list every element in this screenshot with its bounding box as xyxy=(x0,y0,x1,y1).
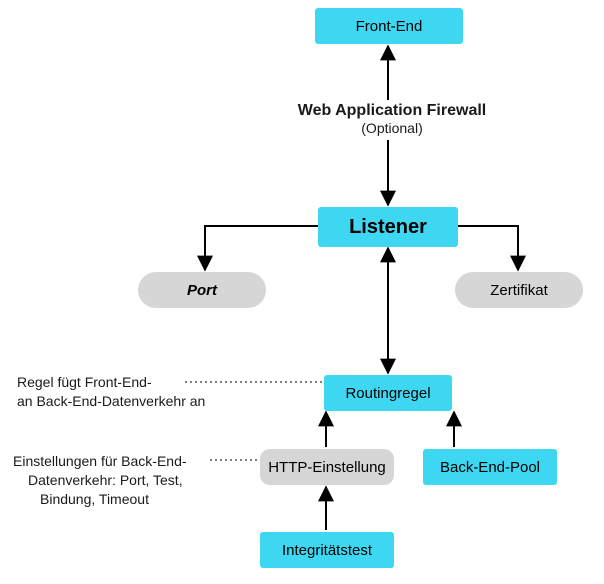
node-routing: Routingregel xyxy=(324,375,452,411)
node-routing-label: Routingregel xyxy=(345,385,430,402)
node-cert-label: Zertifikat xyxy=(490,282,548,299)
node-cert: Zertifikat xyxy=(455,272,583,308)
node-waf-title: Web Application Firewall xyxy=(297,101,487,121)
node-listener-label: Listener xyxy=(349,216,427,239)
annotation-settings-line1: Einstellungen für Back-End- xyxy=(13,453,187,471)
node-backend-pool: Back-End-Pool xyxy=(423,449,557,485)
node-http-setting: HTTP-Einstellung xyxy=(260,449,394,485)
annotation-settings-line2: Datenverkehr: Port, Test, xyxy=(28,472,183,490)
node-port: Port xyxy=(138,272,266,308)
node-waf-subtitle: (Optional) xyxy=(297,120,487,138)
annotation-rule-line1: Regel fügt Front-End- xyxy=(17,374,152,392)
node-http-setting-label: HTTP-Einstellung xyxy=(268,459,386,476)
node-port-label: Port xyxy=(187,282,217,299)
annotation-settings-line3: Bindung, Timeout xyxy=(40,491,149,509)
node-front-end-label: Front-End xyxy=(356,18,423,35)
node-health-probe-label: Integritätstest xyxy=(282,542,372,559)
node-front-end: Front-End xyxy=(315,8,463,44)
node-health-probe: Integritätstest xyxy=(260,532,394,568)
diagram-stage: Front-End Web Application Firewall (Opti… xyxy=(0,0,604,584)
annotation-rule-line2: an Back-End-Datenverkehr an xyxy=(17,393,205,411)
node-backend-pool-label: Back-End-Pool xyxy=(440,459,540,476)
node-listener: Listener xyxy=(318,207,458,247)
